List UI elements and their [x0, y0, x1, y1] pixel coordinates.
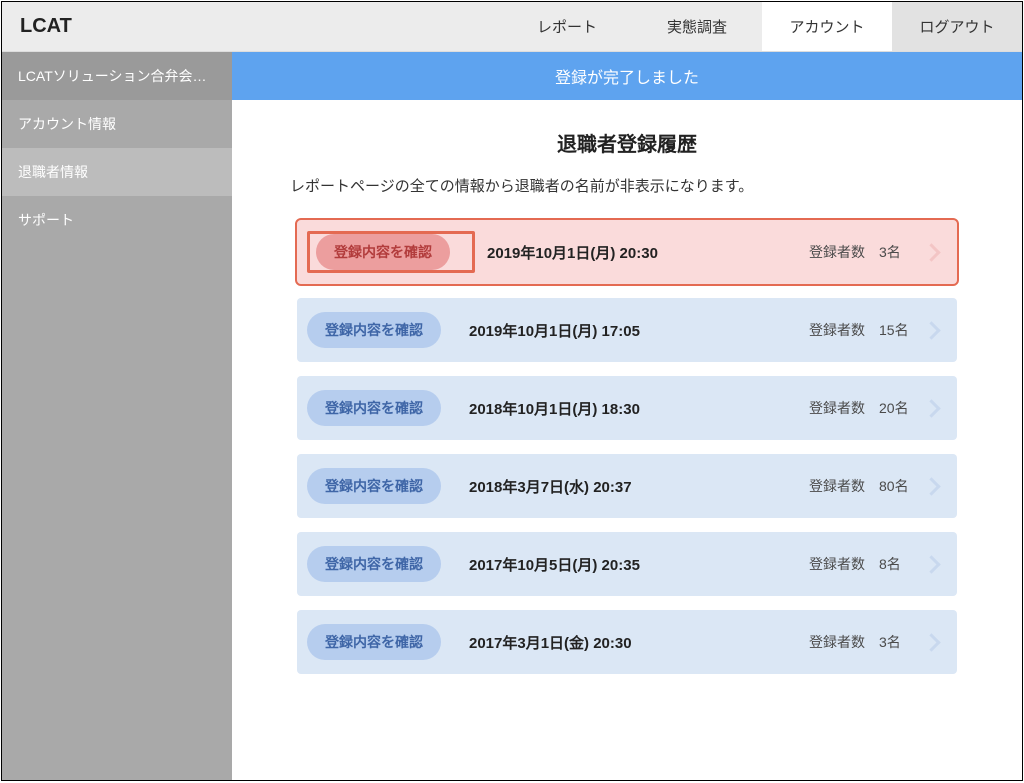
sidebar: LCATソリューション合弁会… アカウント情報 退職者情報 サポート: [2, 52, 232, 780]
confirm-pill[interactable]: 登録内容を確認: [307, 468, 441, 504]
history-row[interactable]: 登録内容を確認 2019年10月1日(月) 17:05 登録者数 15名: [297, 298, 957, 362]
history-list: 登録内容を確認 2019年10月1日(月) 20:30 登録者数 3名 登録内容…: [297, 220, 957, 674]
confirm-pill[interactable]: 登録内容を確認: [307, 546, 441, 582]
tab-report[interactable]: レポート: [502, 2, 632, 51]
confirm-pill[interactable]: 登録内容を確認: [307, 390, 441, 426]
row-count-label: 登録者数: [809, 242, 865, 262]
row-datetime: 2018年3月7日(水) 20:37: [469, 476, 809, 497]
row-count-value: 20名: [879, 398, 925, 418]
tab-survey[interactable]: 実態調査: [632, 2, 762, 51]
row-count-label: 登録者数: [809, 554, 865, 574]
row-count-value: 3名: [879, 242, 925, 262]
row-count-value: 3名: [879, 632, 925, 652]
history-row[interactable]: 登録内容を確認 2017年10月5日(月) 20:35 登録者数 8名: [297, 532, 957, 596]
history-row[interactable]: 登録内容を確認 2019年10月1日(月) 20:30 登録者数 3名: [297, 220, 957, 284]
history-row[interactable]: 登録内容を確認 2017年3月1日(金) 20:30 登録者数 3名: [297, 610, 957, 674]
topbar: LCAT レポート 実態調査 アカウント ログアウト: [2, 2, 1022, 52]
confirm-pill[interactable]: 登録内容を確認: [307, 312, 441, 348]
row-datetime: 2017年3月1日(金) 20:30: [469, 632, 809, 653]
history-row[interactable]: 登録内容を確認 2018年3月7日(水) 20:37 登録者数 80名: [297, 454, 957, 518]
confirm-pill[interactable]: 登録内容を確認: [316, 234, 450, 270]
tab-account[interactable]: アカウント: [762, 2, 892, 51]
sidebar-account-info[interactable]: アカウント情報: [2, 100, 232, 148]
row-count-label: 登録者数: [809, 398, 865, 418]
row-count-value: 15名: [879, 320, 925, 340]
page-title: 退職者登録履歴: [232, 128, 1022, 157]
row-count-label: 登録者数: [809, 632, 865, 652]
row-count-value: 8名: [879, 554, 925, 574]
sidebar-org[interactable]: LCATソリューション合弁会…: [2, 52, 232, 100]
chevron-right-icon: [925, 477, 943, 495]
row-count-value: 80名: [879, 476, 925, 496]
page-subtitle: レポートページの全ての情報から退職者の名前が非表示になります。: [290, 175, 1022, 196]
topnav: レポート 実態調査 アカウント ログアウト: [232, 2, 1022, 51]
sidebar-support[interactable]: サポート: [2, 196, 232, 244]
chevron-right-icon: [925, 555, 943, 573]
row-count-label: 登録者数: [809, 476, 865, 496]
chevron-right-icon: [925, 321, 943, 339]
chevron-right-icon: [925, 399, 943, 417]
tab-logout[interactable]: ログアウト: [892, 2, 1022, 51]
sidebar-retiree-info[interactable]: 退職者情報: [2, 148, 232, 196]
row-datetime: 2019年10月1日(月) 20:30: [487, 242, 809, 263]
success-banner: 登録が完了しました: [232, 52, 1022, 100]
chevron-right-icon: [925, 633, 943, 651]
main: 登録が完了しました 退職者登録履歴 レポートページの全ての情報から退職者の名前が…: [232, 52, 1022, 780]
row-datetime: 2017年10月5日(月) 20:35: [469, 554, 809, 575]
row-datetime: 2018年10月1日(月) 18:30: [469, 398, 809, 419]
row-datetime: 2019年10月1日(月) 17:05: [469, 320, 809, 341]
confirm-pill[interactable]: 登録内容を確認: [307, 624, 441, 660]
chevron-right-icon: [925, 243, 943, 261]
row-count-label: 登録者数: [809, 320, 865, 340]
logo: LCAT: [2, 15, 232, 38]
history-row[interactable]: 登録内容を確認 2018年10月1日(月) 18:30 登録者数 20名: [297, 376, 957, 440]
